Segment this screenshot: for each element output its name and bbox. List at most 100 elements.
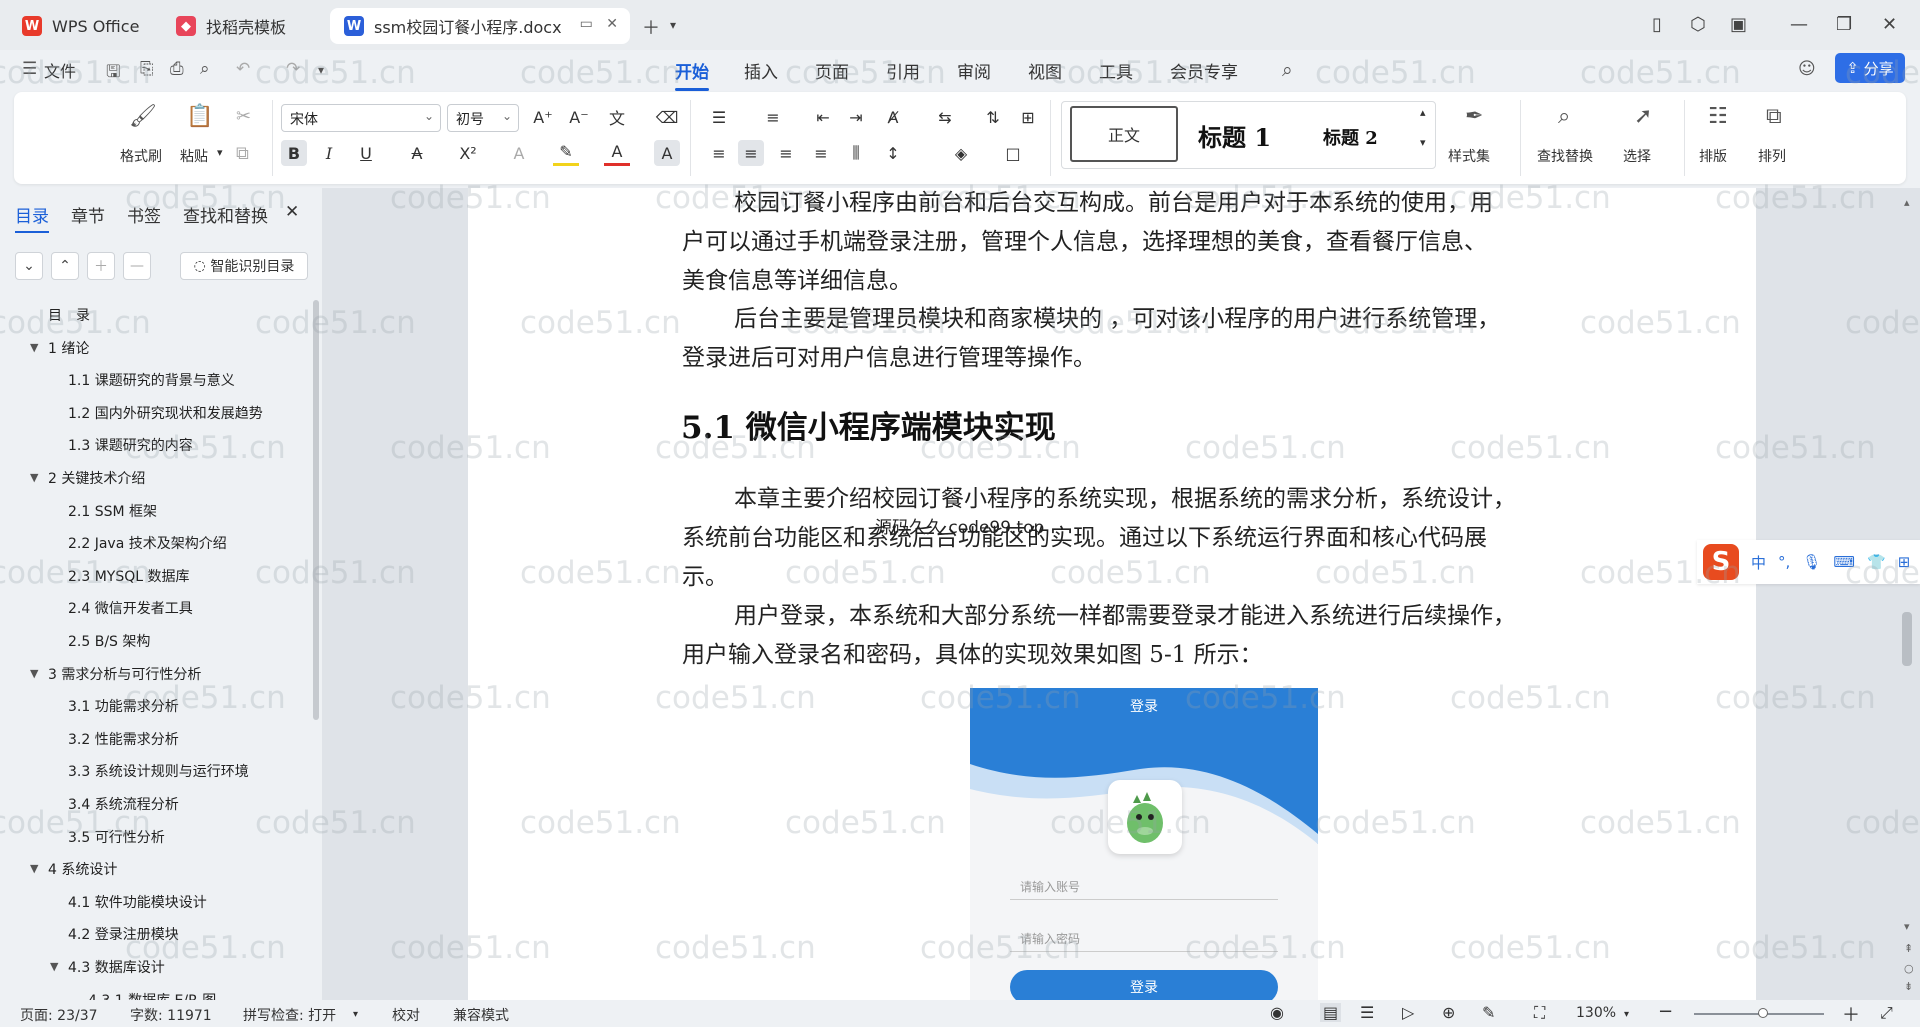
menu-tools[interactable]: 工具 xyxy=(1099,58,1133,83)
chevron-down-icon[interactable]: ▾ xyxy=(353,1009,358,1020)
toc-item[interactable]: 目 录 xyxy=(48,305,90,325)
toc-item[interactable]: 2.3 MYSQL 数据库 xyxy=(68,566,190,586)
cube-icon[interactable]: ⬡ xyxy=(1690,14,1706,35)
scroll-down-arrow-icon[interactable]: ▾ xyxy=(1904,920,1910,933)
shading-icon[interactable]: ◈ xyxy=(948,140,974,166)
search-icon[interactable]: ⌕ xyxy=(1282,59,1293,81)
line-spacing-icon[interactable]: ↕ xyxy=(880,140,906,166)
clear-format-icon[interactable]: ⌫ xyxy=(654,104,680,130)
toc-expand-arrow-icon[interactable]: ▼ xyxy=(30,862,38,875)
paste-icon[interactable]: 📋 xyxy=(186,104,213,129)
font-size-select[interactable]: 初号 ⌄ xyxy=(447,104,519,132)
toc-item[interactable]: 3.4 系统流程分析 xyxy=(68,794,179,814)
pen-icon[interactable]: ✎ xyxy=(1482,1003,1495,1022)
maximize-icon[interactable]: ❐ xyxy=(1836,14,1852,35)
fit-page-icon[interactable]: ⛶ xyxy=(1534,1003,1545,1023)
style-normal[interactable]: 正文 xyxy=(1070,106,1178,162)
ime-mode-label[interactable]: 中 xyxy=(1751,552,1766,573)
select-label[interactable]: 选择 xyxy=(1623,146,1651,166)
format-painter-icon[interactable]: 🖌 xyxy=(129,104,157,129)
toc-item[interactable]: 2.2 Java 技术及架构介绍 xyxy=(68,533,227,553)
sidebar-scrollbar[interactable] xyxy=(313,300,319,720)
tab-find-replace[interactable]: 查找和替换 xyxy=(183,202,268,227)
menu-view[interactable]: 视图 xyxy=(1028,58,1062,83)
bullet-list-icon[interactable]: ☰ xyxy=(706,104,732,130)
paragraph-intro[interactable]: 校园订餐小程序由前台和后台交互构成。前台是用户对于本系统的使用，用 户可以通过手… xyxy=(682,184,1602,301)
export-icon[interactable]: ⎘ xyxy=(140,59,154,79)
punctuation-icon[interactable]: °, xyxy=(1778,553,1790,571)
avatar[interactable]: ▣ xyxy=(1730,14,1747,35)
proofread-button[interactable]: 校对 xyxy=(392,1005,420,1025)
menu-references[interactable]: 引用 xyxy=(886,58,920,83)
toc-expand-arrow-icon[interactable]: ▼ xyxy=(30,471,38,484)
zoom-in-icon[interactable]: ＋ xyxy=(1842,1001,1860,1027)
document-scrollbar[interactable] xyxy=(1902,612,1912,666)
font-color-button[interactable]: A xyxy=(604,140,630,166)
find-replace-label[interactable]: 查找替换 xyxy=(1537,146,1593,166)
spellcheck-toggle[interactable]: 拼写检查: 打开 xyxy=(243,1005,336,1025)
strikethrough-button[interactable]: A xyxy=(404,140,430,166)
style-heading-2[interactable]: 标题 2 xyxy=(1323,124,1378,150)
prev-page-icon[interactable]: ⇞ xyxy=(1904,942,1913,955)
toc-item[interactable]: 4.3 数据库设计 xyxy=(68,957,165,977)
outline-view-icon[interactable]: ☰ xyxy=(1360,1003,1374,1022)
toc-item[interactable]: 3 需求分析与可行性分析 xyxy=(48,664,201,684)
toc-item[interactable]: 3.1 功能需求分析 xyxy=(68,696,179,716)
select-browse-icon[interactable]: ○ xyxy=(1904,962,1914,975)
menu-review[interactable]: 审阅 xyxy=(957,58,991,83)
paragraph-chapter-intro[interactable]: 本章主要介绍校园订餐小程序的系统实现，根据系统的需求分析，系统设计， 系统前台功… xyxy=(682,480,1602,597)
share-button[interactable]: ⇪ 分享 xyxy=(1835,53,1905,83)
smart-toc-button[interactable]: ◌ 智能识别目录 xyxy=(180,252,308,280)
increase-indent-icon[interactable]: ⇥ xyxy=(843,104,869,130)
toc-item[interactable]: 3.5 可行性分析 xyxy=(68,827,165,847)
grow-font-icon[interactable]: A⁺ xyxy=(530,104,556,130)
scroll-up-arrow-icon[interactable]: ▴ xyxy=(1904,196,1910,209)
convert-icon[interactable]: ⇆ xyxy=(932,104,958,130)
paragraph-backend[interactable]: 后台主要是管理员模块和商家模块的 ，可对该小程序的用户进行系统管理， 登录进后可… xyxy=(682,300,1602,378)
find-replace-icon[interactable]: ⌕ xyxy=(1558,104,1570,129)
pin-icon[interactable]: ▭ xyxy=(580,16,593,32)
text-effect-button[interactable]: A xyxy=(506,140,532,166)
menu-insert[interactable]: 插入 xyxy=(744,58,778,83)
toc-item[interactable]: 2.5 B/S 架构 xyxy=(68,631,150,651)
border-icon[interactable]: □ xyxy=(1000,140,1026,166)
distributed-icon[interactable]: ⫼ xyxy=(843,140,869,166)
toc-expand-arrow-icon[interactable]: ▼ xyxy=(50,960,58,973)
style-set-icon[interactable]: ✒ xyxy=(1465,104,1483,129)
page-indicator[interactable]: 页面: 23/37 xyxy=(20,1005,98,1025)
highlight-button[interactable]: ✎ xyxy=(553,140,579,166)
toc-expand-arrow-icon[interactable]: ▼ xyxy=(30,341,38,354)
italic-button[interactable]: I xyxy=(316,140,342,166)
style-expand-icon[interactable]: ▾ xyxy=(1420,136,1426,149)
add-heading-button[interactable]: ＋ xyxy=(87,252,115,280)
chat-icon[interactable]: ☺ xyxy=(1798,59,1816,79)
tab-sections[interactable]: 章节 xyxy=(71,202,105,227)
paste-label[interactable]: 粘贴 xyxy=(180,146,208,166)
eye-protection-icon[interactable]: ◉ xyxy=(1270,1003,1284,1022)
microphone-icon[interactable]: 🎙 xyxy=(1802,553,1821,571)
redo-icon[interactable]: ↷ xyxy=(286,59,300,79)
ime-toolbar[interactable]: S 中 °, 🎙 ⌨ 👕 ⊞ xyxy=(1697,540,1920,584)
more-chevron-icon[interactable]: ▾ xyxy=(318,63,324,77)
page-view-icon[interactable]: ▤ xyxy=(1320,1003,1342,1022)
hamburger-icon[interactable]: ☰ xyxy=(22,59,37,79)
new-tab-icon[interactable]: ＋ xyxy=(642,14,660,40)
minimize-icon[interactable]: — xyxy=(1790,14,1808,35)
close-tab-icon[interactable]: ✕ xyxy=(606,16,618,32)
toc-item[interactable]: 2.4 微信开发者工具 xyxy=(68,598,193,618)
toc-item[interactable]: 1.1 课题研究的背景与意义 xyxy=(68,370,235,390)
toc-item[interactable]: 4.1 软件功能模块设计 xyxy=(68,892,207,912)
paragraph-login[interactable]: 用户登录，本系统和大部分系统一样都需要登录才能进入系统进行后续操作， 用户输入登… xyxy=(682,597,1602,675)
print-icon[interactable]: ⎙ xyxy=(170,59,184,79)
text-direction-icon[interactable]: Ⱥ xyxy=(880,104,906,130)
layout-label[interactable]: 排版 xyxy=(1699,146,1727,166)
menu-home[interactable]: 开始 xyxy=(675,58,709,91)
align-right-icon[interactable]: ≡ xyxy=(773,140,799,166)
next-page-icon[interactable]: ⇟ xyxy=(1904,980,1913,993)
undo-icon[interactable]: ↶ xyxy=(236,59,250,79)
layout-typeset-icon[interactable]: ☷ xyxy=(1708,104,1728,129)
toc-item[interactable]: 4 系统设计 xyxy=(48,859,117,879)
show-marks-icon[interactable]: ⊞ xyxy=(1015,104,1041,130)
toc-item[interactable]: 2 关键技术介绍 xyxy=(48,468,145,488)
sort-icon[interactable]: ⇅ xyxy=(980,104,1006,130)
